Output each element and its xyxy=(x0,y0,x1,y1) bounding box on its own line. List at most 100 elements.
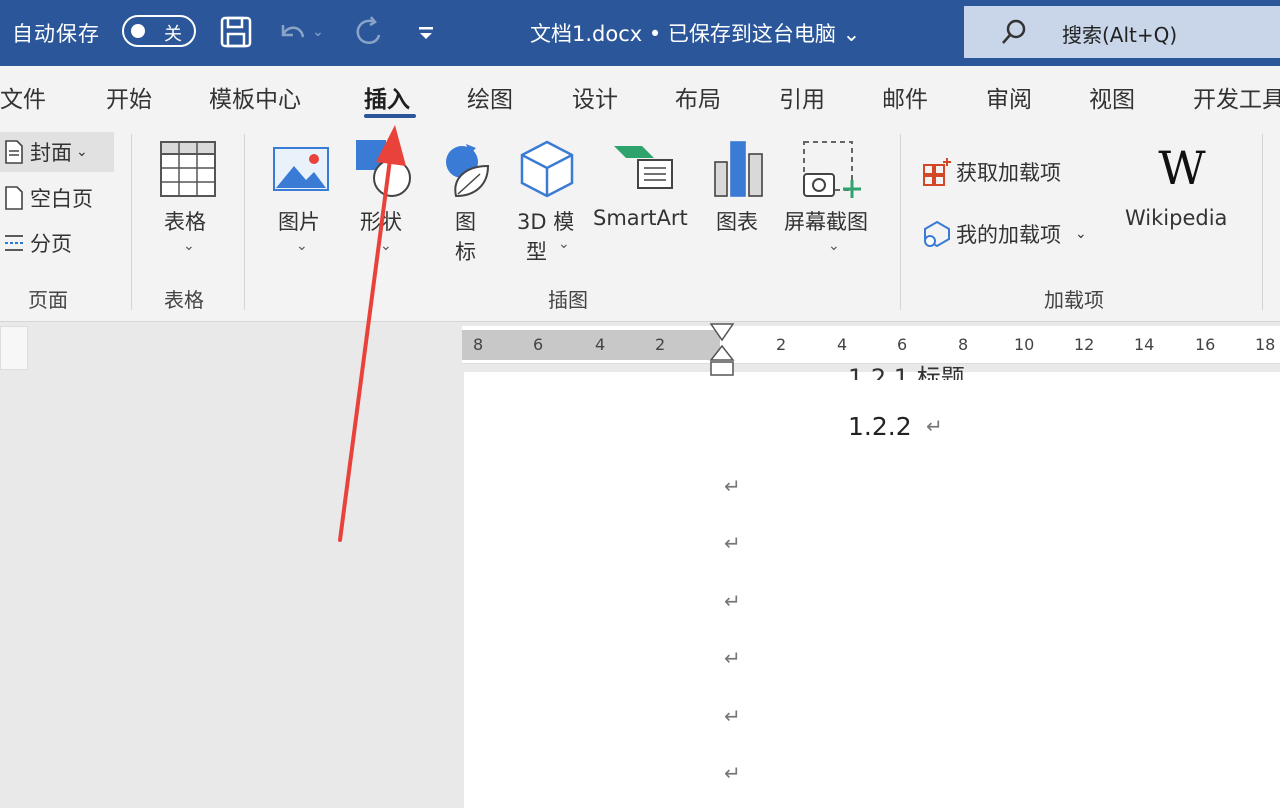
ruler-number: 18 xyxy=(1255,335,1276,354)
document-title[interactable]: 文档1.docx • 已保存到这台电脑 ⌄ xyxy=(530,18,860,48)
ruler-number: 2 xyxy=(655,335,666,354)
ruler-number: 14 xyxy=(1134,335,1155,354)
tab-home[interactable]: 开始 xyxy=(106,80,152,114)
ruler-tab-selector[interactable] xyxy=(0,326,28,370)
pictures-chevron-icon[interactable]: ⌄ xyxy=(296,238,308,254)
smartart-label[interactable]: SmartArt xyxy=(593,206,688,230)
customize-toolbar-icon[interactable] xyxy=(408,14,444,50)
pages-group-label: 页面 xyxy=(28,288,68,312)
tab-developer[interactable]: 开发工具 xyxy=(1193,80,1280,114)
paragraph-mark: ↵ xyxy=(724,646,741,670)
blank-page-button[interactable]: 空白页 xyxy=(0,178,93,218)
blank-page-icon xyxy=(0,186,28,210)
autosave-toggle[interactable]: 关 xyxy=(122,15,196,47)
get-addins-button[interactable]: 获取加载项 xyxy=(920,152,1061,192)
paragraph-mark: ↵ xyxy=(926,414,943,438)
paragraph-mark: ↵ xyxy=(724,589,741,613)
my-addins-icon xyxy=(920,219,954,249)
smartart-icon[interactable] xyxy=(612,142,674,194)
my-addins-label: 我的加载项 xyxy=(956,223,1061,247)
paragraph-mark: ↵ xyxy=(724,704,741,728)
title-bar: 自动保存 关 ⌄ 文档1.docx • 已保存到这台电脑 ⌄ 搜索(Alt+Q) xyxy=(0,0,1280,66)
paragraph-mark: ↵ xyxy=(724,531,741,555)
group-separator xyxy=(1262,134,1263,310)
undo-dropdown-icon[interactable]: ⌄ xyxy=(308,14,328,50)
ruler-number: 2 xyxy=(776,335,787,354)
page-break-icon xyxy=(0,232,28,254)
group-separator xyxy=(131,134,132,310)
tab-file[interactable]: 文件 xyxy=(0,80,46,114)
shapes-chevron-icon[interactable]: ⌄ xyxy=(380,238,392,254)
icons-label-line1[interactable]: 图 xyxy=(455,206,476,236)
3d-models-icon[interactable] xyxy=(518,138,576,200)
undo-icon[interactable] xyxy=(274,14,310,50)
ruler-number: 8 xyxy=(473,335,484,354)
autosave-label: 自动保存 xyxy=(12,22,100,46)
screenshot-icon[interactable] xyxy=(800,138,864,200)
group-separator xyxy=(244,134,245,310)
save-icon[interactable] xyxy=(218,14,254,50)
pictures-label[interactable]: 图片 xyxy=(278,206,320,236)
navigation-area xyxy=(0,322,464,808)
shapes-icon[interactable] xyxy=(354,138,414,200)
icons-label-line2[interactable]: 标 xyxy=(455,236,476,266)
screenshot-chevron-icon[interactable]: ⌄ xyxy=(828,238,840,254)
page-break-button[interactable]: 分页 xyxy=(0,223,72,263)
page-break-label: 分页 xyxy=(30,232,72,256)
tab-insert[interactable]: 插入 xyxy=(364,80,410,114)
paragraph-mark: ↵ xyxy=(724,761,741,785)
cover-page-button[interactable]: 封面 ⌄ xyxy=(0,132,114,172)
tab-review[interactable]: 审阅 xyxy=(986,80,1032,114)
autosave-state: 关 xyxy=(164,24,182,45)
icons-icon[interactable] xyxy=(436,138,496,200)
chart-label[interactable]: 图表 xyxy=(716,206,758,236)
redo-icon[interactable] xyxy=(350,14,386,50)
search-icon xyxy=(1000,18,1028,50)
get-addins-label: 获取加载项 xyxy=(956,161,1061,185)
3d-models-label-line2[interactable]: 型 xyxy=(526,236,547,266)
ruler-number: 6 xyxy=(897,335,908,354)
3d-models-label-line1[interactable]: 3D 模 xyxy=(517,206,574,236)
indent-marker-icon[interactable] xyxy=(708,322,736,378)
ruler-number: 6 xyxy=(533,335,544,354)
table-chevron-icon[interactable]: ⌄ xyxy=(183,238,195,254)
table-button-label[interactable]: 表格 xyxy=(164,206,206,236)
my-addins-chevron-icon: ⌄ xyxy=(1075,226,1087,242)
tab-draw[interactable]: 绘图 xyxy=(467,80,513,114)
heading-1-2-1[interactable]: 1.2.1 标题 xyxy=(848,358,965,380)
blank-page-label: 空白页 xyxy=(30,187,93,211)
toggle-knob xyxy=(131,24,145,38)
cover-page-icon xyxy=(0,140,28,164)
get-addins-icon xyxy=(920,157,954,187)
tab-templates[interactable]: 模板中心 xyxy=(209,80,301,114)
table-group-label: 表格 xyxy=(164,288,204,312)
table-icon[interactable] xyxy=(158,138,218,200)
tab-references[interactable]: 引用 xyxy=(779,80,825,114)
cover-page-chevron-icon: ⌄ xyxy=(76,144,88,160)
ruler-number: 16 xyxy=(1195,335,1216,354)
ribbon-insert: 封面 ⌄ 空白页 分页 页面 表格 ⌄ 表格 图片 ⌄ 形状 ⌄ 图 标 3D … xyxy=(0,126,1280,322)
tab-view[interactable]: 视图 xyxy=(1089,80,1135,114)
ruler-number: 4 xyxy=(837,335,848,354)
search-placeholder: 搜索(Alt+Q) xyxy=(1062,23,1178,47)
my-addins-button[interactable]: 我的加载项 ⌄ xyxy=(920,214,1087,254)
3d-models-chevron-icon[interactable]: ⌄ xyxy=(558,236,570,252)
tab-layout[interactable]: 布局 xyxy=(675,80,721,114)
illustrations-group-label: 插图 xyxy=(548,288,588,312)
wikipedia-label[interactable]: Wikipedia xyxy=(1125,206,1227,230)
chart-icon[interactable] xyxy=(712,138,766,200)
pictures-icon[interactable] xyxy=(272,144,330,194)
group-separator xyxy=(900,134,901,310)
shapes-label[interactable]: 形状 xyxy=(360,206,402,236)
tab-design[interactable]: 设计 xyxy=(572,80,618,114)
heading-1-2-2[interactable]: 1.2.2 xyxy=(848,412,912,441)
tab-mailings[interactable]: 邮件 xyxy=(882,80,928,114)
ruler-number: 12 xyxy=(1074,335,1095,354)
active-tab-indicator xyxy=(364,114,416,118)
wikipedia-icon[interactable]: W xyxy=(1152,141,1212,195)
screenshot-label[interactable]: 屏幕截图 xyxy=(784,206,868,236)
ruler-number: 10 xyxy=(1014,335,1035,354)
ribbon-tabs: 文件 开始 模板中心 插入 绘图 设计 布局 引用 邮件 审阅 视图 开发工具 xyxy=(0,66,1280,126)
search-box[interactable]: 搜索(Alt+Q) xyxy=(964,6,1280,58)
cover-page-label: 封面 xyxy=(30,141,72,165)
